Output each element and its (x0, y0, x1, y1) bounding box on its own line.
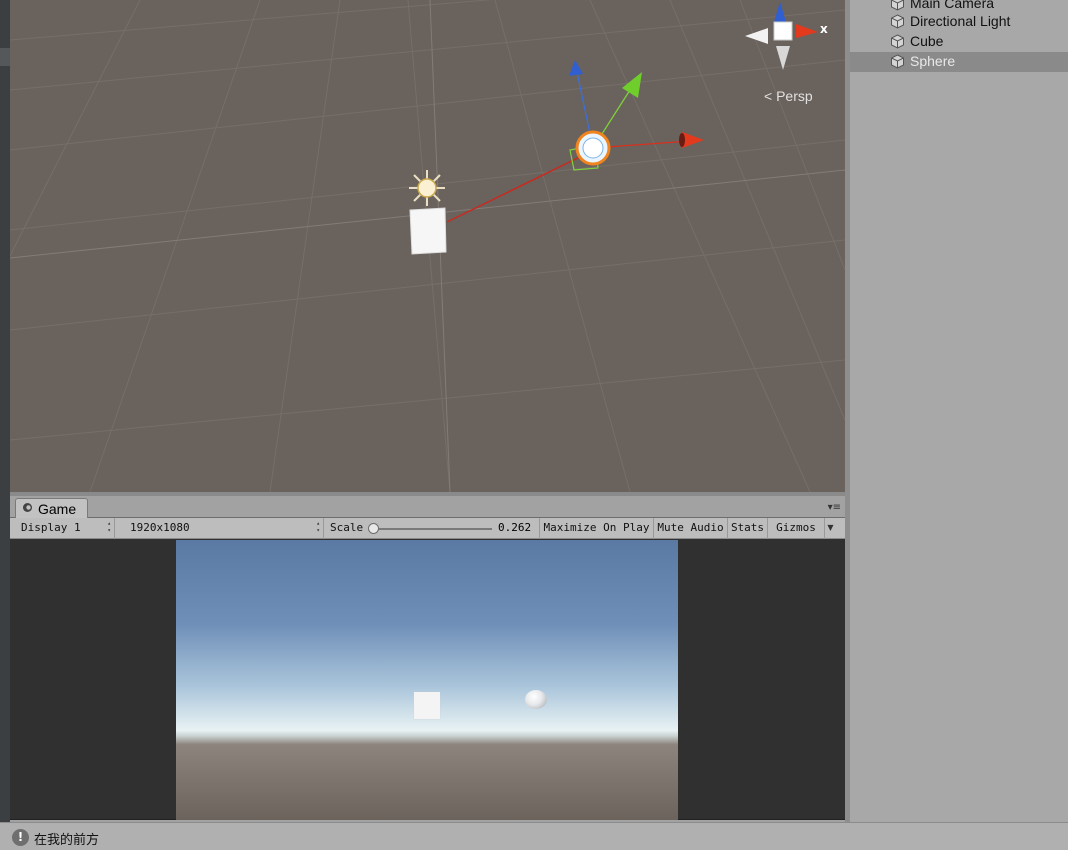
hierarchy-panel: Main Camera Directional Light Cube Spher… (850, 0, 1068, 822)
stats-toggle[interactable]: Stats (728, 518, 768, 539)
gameobject-icon (891, 14, 904, 29)
game-tab-bar: Game ▾≡ (10, 496, 845, 519)
game-toolbar: Display 1 1920x1080 Scale 0.262 Maximize… (10, 518, 845, 539)
scene-view[interactable]: x < Persp (10, 0, 845, 492)
hierarchy-item-label: Sphere (910, 53, 956, 69)
transform-gizmo[interactable] (569, 60, 704, 171)
scale-slider-thumb[interactable] (368, 523, 379, 534)
sun-icon[interactable] (409, 170, 445, 206)
display-dropdown[interactable]: Display 1 (15, 518, 115, 539)
gizmos-dropdown-icon[interactable]: ▼ (824, 518, 836, 539)
status-message[interactable]: 在我的前方 (34, 829, 99, 848)
scene-cube[interactable] (409, 207, 447, 255)
game-render (176, 540, 678, 820)
display-label: Display 1 (21, 521, 81, 534)
game-controller-icon (23, 503, 32, 512)
gameobject-icon (891, 0, 904, 11)
gizmos-label: Gizmos (776, 521, 816, 534)
left-panel-edge (0, 0, 10, 822)
mute-audio-toggle[interactable]: Mute Audio (654, 518, 728, 539)
hierarchy-item-directional-light[interactable]: Directional Light (850, 12, 1068, 32)
game-cube (414, 692, 440, 719)
projection-toggle[interactable]: < Persp (764, 88, 813, 104)
warning-icon: ! (12, 829, 29, 846)
stats-label: Stats (730, 521, 765, 534)
gameobject-icon (891, 34, 904, 49)
scene-grid (10, 0, 845, 492)
scale-label: Scale (330, 521, 364, 534)
resolution-dropdown[interactable]: 1920x1080 (124, 518, 324, 539)
resolution-label: 1920x1080 (130, 521, 190, 534)
mute-audio-label: Mute Audio (657, 521, 724, 534)
scale-slider-track[interactable] (374, 528, 492, 530)
axis-x-label: x (820, 22, 828, 36)
panel-menu-icon[interactable]: ▾≡ (828, 502, 841, 513)
scale-value: 0.262 (498, 521, 532, 534)
hierarchy-item-label: Directional Light (910, 13, 1011, 29)
gameobject-icon (891, 54, 904, 69)
tab-game-label: Game (38, 501, 77, 517)
hierarchy-item-label: Cube (910, 33, 944, 49)
hierarchy-item-cube[interactable]: Cube (850, 32, 1068, 52)
maximize-on-play-toggle[interactable]: Maximize On Play (540, 518, 654, 539)
status-bar: ! 在我的前方 (0, 822, 1068, 850)
projection-label: Persp (776, 88, 813, 104)
hierarchy-item-label: Main Camera (910, 0, 995, 11)
orientation-gizmo[interactable] (745, 2, 818, 70)
left-panel-tab[interactable] (0, 48, 10, 66)
game-sphere (525, 690, 547, 709)
scene-link-line (446, 151, 591, 223)
tab-game[interactable]: Game (15, 498, 88, 519)
maximize-on-play-label: Maximize On Play (543, 521, 650, 534)
gizmos-toggle[interactable]: Gizmos (768, 518, 824, 539)
hierarchy-item-sphere[interactable]: Sphere (850, 52, 1068, 72)
game-view[interactable] (10, 539, 845, 820)
perspective-icon: < (764, 88, 773, 104)
